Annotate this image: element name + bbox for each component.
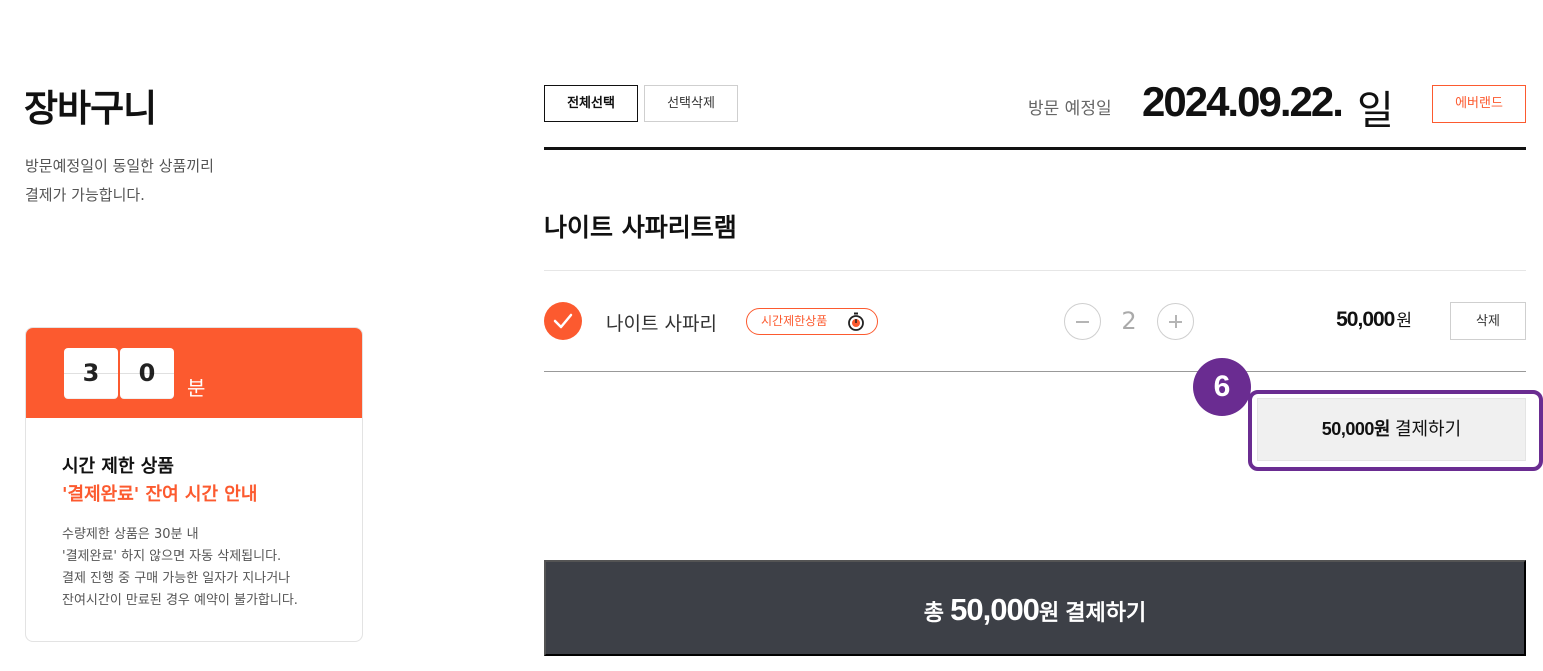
time-limit-card: 3 0 분 시간 제한 상품 '결제완료' 잔여 시간 안내 수량제한 상품은 … (25, 327, 363, 642)
delete-selected-button[interactable]: 선택삭제 (644, 85, 738, 122)
item-price-amount: 50,000 (1336, 308, 1395, 331)
quantity-value: 2 (1121, 307, 1137, 335)
timer-note-line: '결제완료' 하지 않으면 자동 삭제됩니다. (62, 549, 282, 564)
visit-day: 일 (1357, 88, 1394, 134)
group-pay-amount: 50,000원 (1321, 419, 1391, 439)
page-description: 방문예정일이 동일한 상품끼리 결제가 가능합니다. (25, 152, 214, 210)
section-divider (544, 270, 1526, 271)
page-title: 장바구니 (24, 87, 157, 130)
item-price-currency: 원 (1396, 311, 1412, 331)
timer-note-line: 결제 진행 중 구매 가능한 일자가 지나거나 (62, 571, 291, 586)
group-pay-label: 결제하기 (1394, 419, 1462, 439)
visit-date: 2024.09.22. (1142, 78, 1344, 125)
select-all-button[interactable]: 전체선택 (544, 85, 638, 122)
item-delete-button[interactable]: 삭제 (1450, 302, 1526, 340)
step-number-badge: 6 (1193, 358, 1251, 416)
timer-title-accent: '결제완료' 잔여 시간 안내 (62, 484, 258, 505)
product-group-title: 나이트 사파리트램 (544, 213, 737, 242)
park-tag: 에버랜드 (1432, 85, 1526, 123)
time-limit-badge: 시간제한상품 (746, 308, 878, 335)
item-divider (544, 371, 1526, 372)
minus-icon (1076, 321, 1089, 323)
item-price: 50,000 원 (1300, 306, 1412, 332)
stopwatch-icon (848, 312, 864, 331)
total-amount: 50,000 (950, 592, 1040, 627)
item-name: 나이트 사파리 (606, 313, 717, 335)
timer-header: 3 0 분 (26, 328, 362, 418)
group-pay-button[interactable]: 50,000원 결제하기 (1257, 398, 1526, 461)
timer-note-line: 수량제한 상품은 30분 내 (62, 527, 199, 542)
visit-date-label: 방문 예정일 (1028, 99, 1112, 119)
description-line-2: 결제가 가능합니다. (25, 186, 145, 204)
total-prefix: 총 (923, 600, 944, 625)
timer-digit-ones: 0 (120, 348, 174, 399)
timer-notes: 수량제한 상품은 30분 내 '결제완료' 하지 않으면 자동 삭제됩니다. 결… (62, 524, 326, 612)
description-line-1: 방문예정일이 동일한 상품끼리 (25, 157, 214, 175)
timer-note-line: 잔여시간이 만료된 경우 예약이 불가합니다. (62, 593, 298, 608)
header-divider (544, 147, 1526, 150)
item-checkbox[interactable] (544, 302, 582, 340)
total-pay-button[interactable]: 총 50,000원 결제하기 (544, 560, 1526, 656)
timer-unit: 분 (187, 376, 206, 400)
badge-label: 시간제한상품 (761, 314, 828, 328)
quantity-decrease-button[interactable] (1064, 303, 1101, 340)
timer-info: 시간 제한 상품 '결제완료' 잔여 시간 안내 수량제한 상품은 30분 내 … (26, 418, 362, 612)
quantity-increase-button[interactable] (1157, 303, 1194, 340)
timer-title: 시간 제한 상품 (62, 456, 174, 477)
total-suffix: 원 결제하기 (1038, 600, 1147, 625)
timer-digit-tens: 3 (64, 348, 118, 399)
check-icon (553, 313, 573, 329)
